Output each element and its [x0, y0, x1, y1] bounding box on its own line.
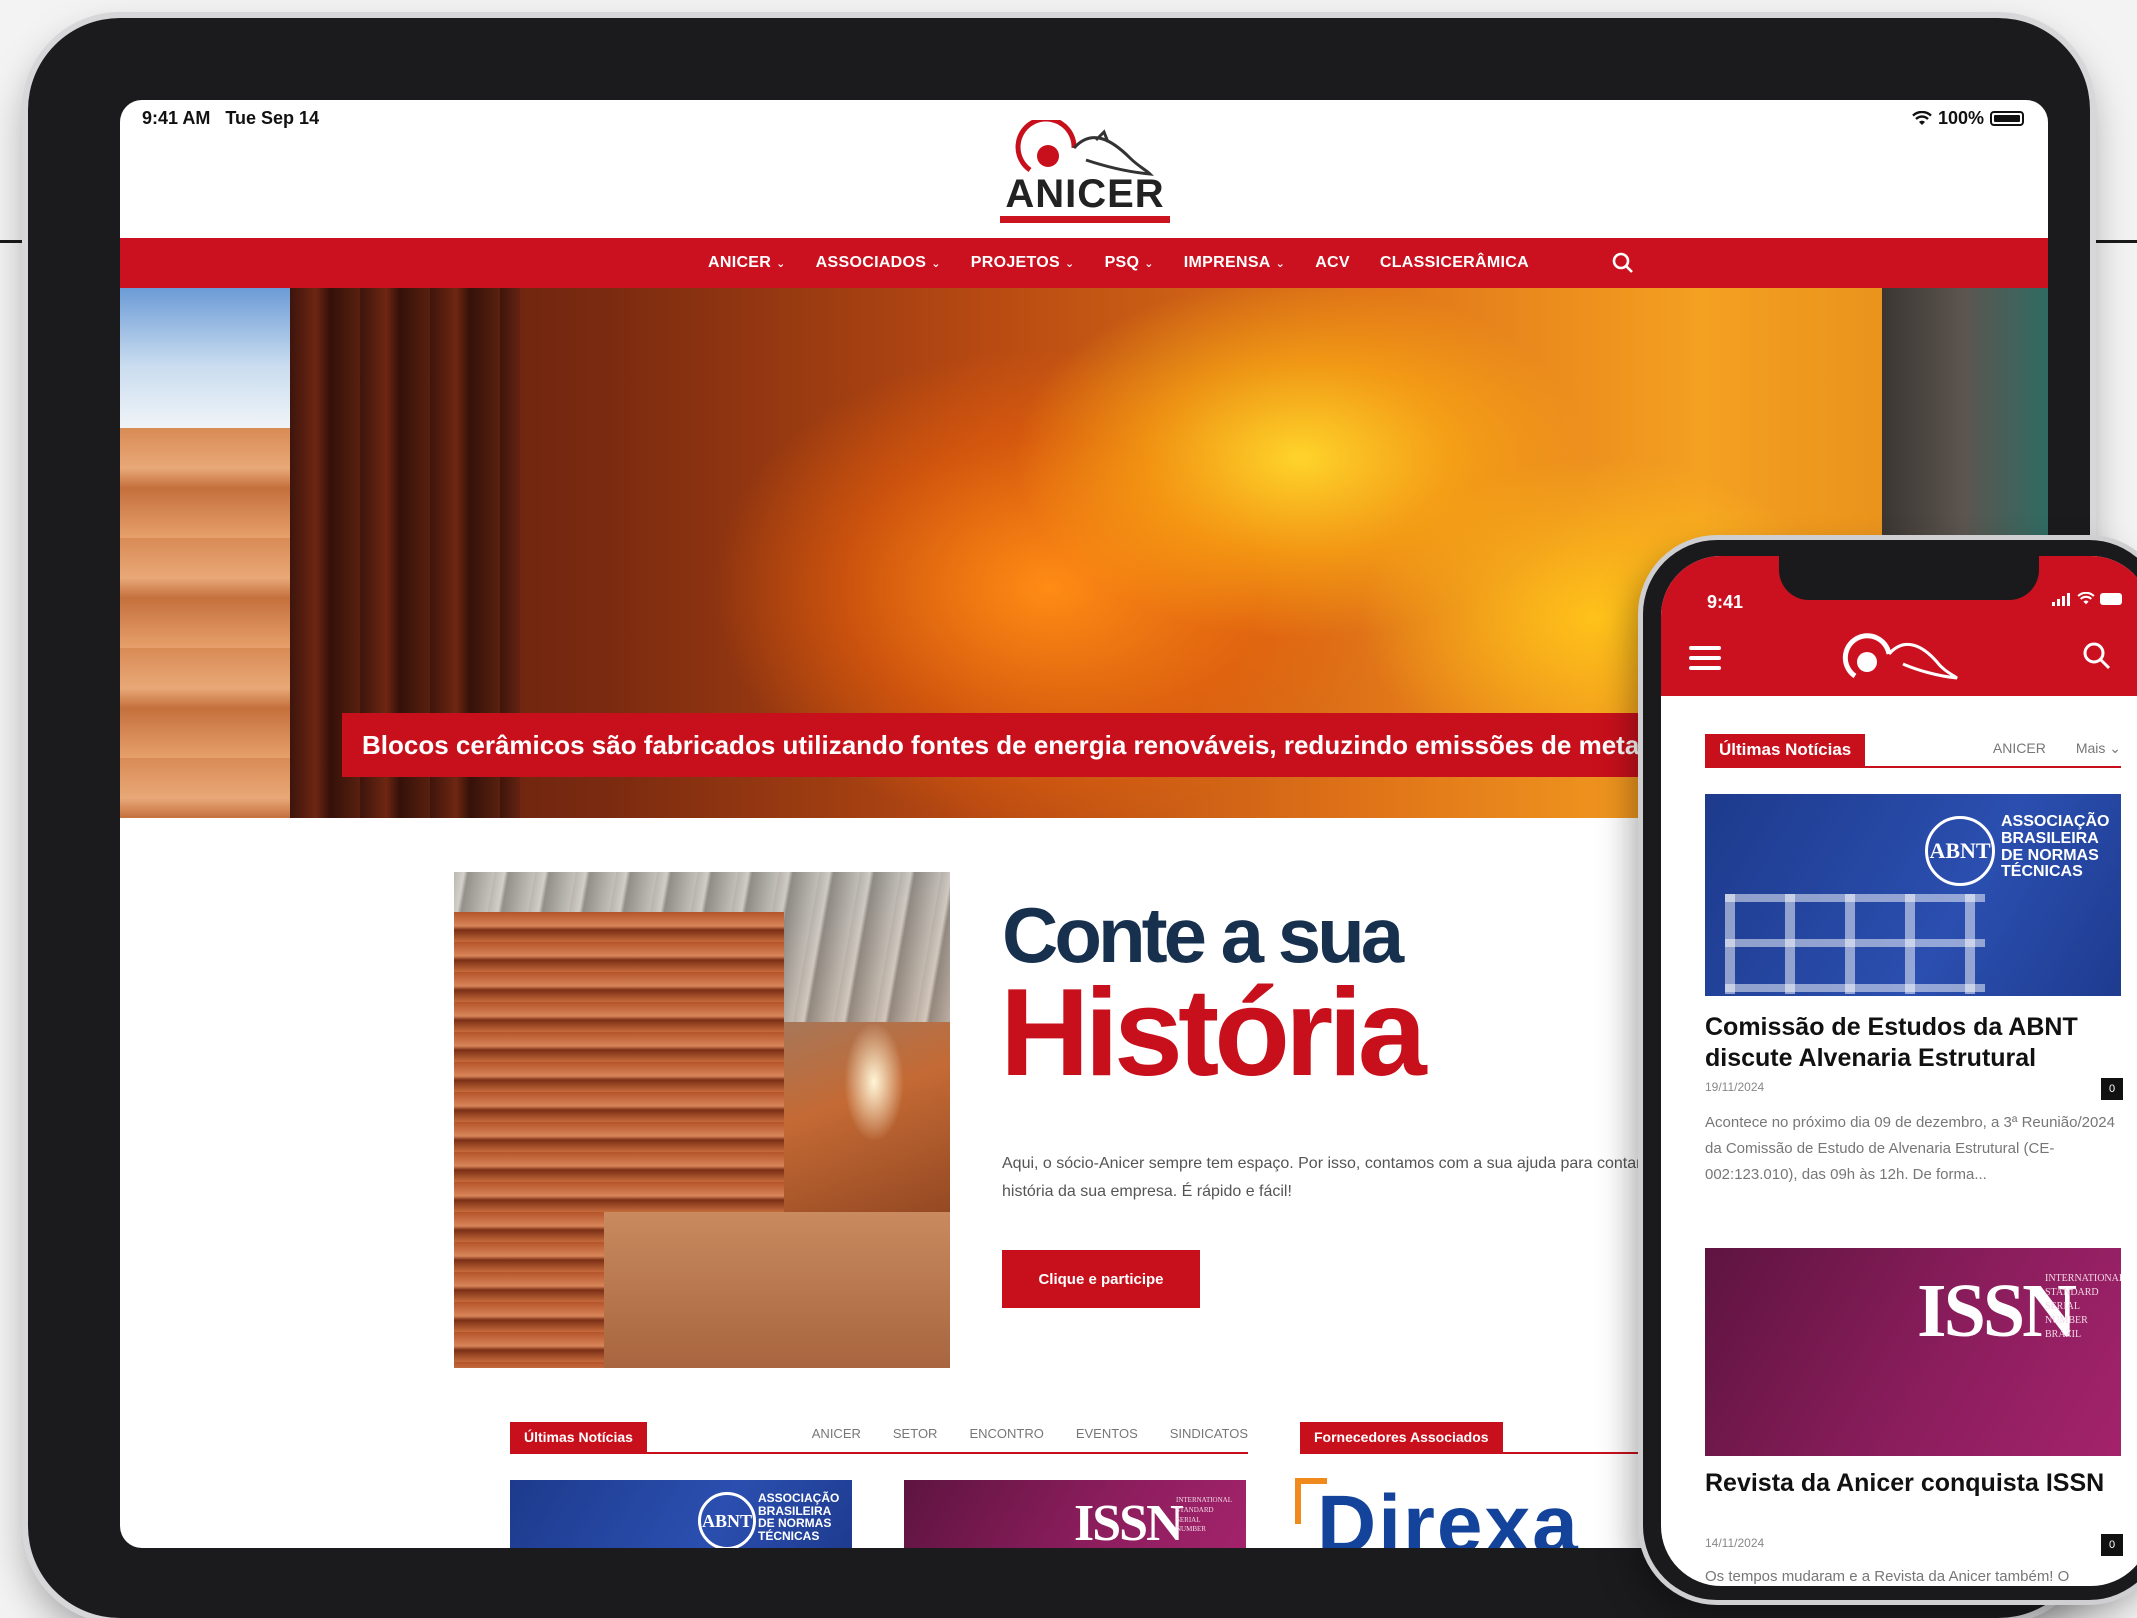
nav-item-associados[interactable]: ASSOCIADOS ⌄: [816, 254, 941, 272]
warehouse-floor: [604, 1212, 950, 1368]
tab-setor[interactable]: SETOR: [893, 1426, 938, 1441]
phone-article-title[interactable]: Comissão de Estudos da ABNT discute Alve…: [1705, 1012, 2125, 1074]
tab-sindicatos[interactable]: SINDICATOS: [1170, 1426, 1248, 1441]
phone-article-image-abnt[interactable]: ABNT ASSOCIAÇÃO BRASILEIRA DE NORMAS TÉC…: [1705, 794, 2121, 996]
tab-eventos[interactable]: EVENTOS: [1076, 1426, 1138, 1441]
phone-news-tabs: ANICER Mais ⌄: [1993, 740, 2121, 757]
nav-items: ANICER ⌄ ASSOCIADOS ⌄ PROJETOS ⌄ PSQ ⌄ IMPRE…: [708, 238, 1529, 288]
warehouse-light: [844, 1022, 904, 1142]
phone-notch: [1779, 556, 2039, 600]
wifi-icon: [2076, 591, 2095, 605]
hero-sky-image: [120, 288, 290, 428]
phone-header: 9:41: [1661, 556, 2137, 696]
anicer-bird-logo-icon[interactable]: [1833, 628, 1963, 688]
participate-button[interactable]: Clique e participe: [1002, 1250, 1200, 1308]
latest-news-tabs: ANICER SETOR ENCONTRO EVENTOS SINDICATOS: [812, 1426, 1248, 1441]
anicer-logo[interactable]: ANICER: [1000, 120, 1170, 225]
nav-item-anicer[interactable]: ANICER ⌄: [708, 254, 786, 272]
news-card-issn[interactable]: ISSN INTERNATIONAL STANDARD SERIAL NUMBE…: [904, 1480, 1246, 1548]
status-right: 100%: [1912, 108, 2024, 129]
search-icon[interactable]: [1610, 250, 1636, 276]
abnt-logo-icon: ABNT: [698, 1492, 756, 1548]
decorative-line-right: [2086, 240, 2137, 243]
chevron-down-icon: ⌄: [2109, 740, 2121, 756]
nav-item-acv[interactable]: ACV: [1315, 254, 1350, 272]
anicer-bird-logo-icon: [1015, 120, 1154, 176]
battery-percent: 100%: [1937, 108, 1984, 128]
abnt-words: ASSOCIAÇÃO BRASILEIRA DE NORMAS TÉCNICAS: [2001, 813, 2110, 881]
suppliers-header: Fornecedores Associados: [1300, 1422, 1642, 1454]
chevron-down-icon: ⌄: [1065, 257, 1075, 270]
battery-icon: [2100, 593, 2122, 605]
abnt-brick-graphic: [1725, 894, 1985, 994]
comment-count-badge[interactable]: 0: [2101, 1078, 2123, 1100]
nav-item-classiceramica[interactable]: CLASSICERÂMICA: [1380, 254, 1529, 272]
chevron-down-icon: ⌄: [931, 257, 941, 270]
supplier-logo-direxa[interactable]: Direxa: [1295, 1470, 1615, 1548]
latest-news-header: Últimas Notícias ANICER SETOR ENCONTRO E…: [510, 1422, 1248, 1454]
suppliers-tag[interactable]: Fornecedores Associados: [1300, 1422, 1503, 1452]
phone-article-date: 14/11/2024: [1705, 1536, 1765, 1550]
issn-word: ISSN: [1074, 1495, 1184, 1548]
abnt-logo-icon: ABNT: [1925, 816, 1995, 886]
abnt-words: ASSOCIAÇÃO BRASILEIRA DE NORMAS TÉCNICAS: [758, 1491, 840, 1543]
story-title-line2: História: [1000, 964, 1427, 1102]
news-card-abnt[interactable]: ABNT ASSOCIAÇÃO BRASILEIRA DE NORMAS TÉC…: [510, 1480, 852, 1548]
phone-article-date: 19/11/2024: [1705, 1080, 1765, 1094]
phone-status-icons: [2052, 591, 2125, 611]
nav-item-psq[interactable]: PSQ ⌄: [1105, 254, 1154, 272]
nav-item-imprensa[interactable]: IMPRENSA ⌄: [1184, 254, 1285, 272]
latest-news-tag[interactable]: Últimas Notícias: [510, 1422, 647, 1452]
chevron-down-icon: ⌄: [776, 257, 786, 270]
phone-article-title[interactable]: Revista da Anicer conquista ISSN: [1705, 1468, 2125, 1499]
direxa-text: Direxa: [1317, 1479, 1580, 1548]
chevron-down-icon: ⌄: [1275, 257, 1286, 270]
story-warehouse-image: [454, 872, 950, 1368]
status-time: 9:41 AM Tue Sep 14: [142, 108, 320, 128]
phone-device: 9:41 Últimas Notícias ANICER Mais ⌄ ABNT…: [1643, 540, 2137, 1600]
signal-icon: [2052, 593, 2071, 606]
phone-latest-news-header: Últimas Notícias ANICER Mais ⌄: [1705, 734, 2121, 768]
tab-anicer[interactable]: ANICER: [812, 1426, 861, 1441]
phone-tab-more[interactable]: Mais ⌄: [2076, 740, 2121, 757]
phone-latest-news-tag[interactable]: Últimas Notícias: [1705, 734, 1866, 766]
phone-article-image-issn[interactable]: ISSN INTERNATIONAL STANDARD SERIAL NUMBE…: [1705, 1248, 2121, 1456]
hamburger-menu-icon[interactable]: [1689, 646, 1721, 670]
battery-icon: [1990, 111, 2024, 126]
issn-words: INTERNATIONAL STANDARD SERIAL NUMBER: [1176, 1496, 1232, 1534]
search-icon[interactable]: [2081, 640, 2113, 672]
logo-underline: [1000, 216, 1170, 223]
wifi-icon: [1912, 110, 1932, 125]
chevron-down-icon: ⌄: [1144, 257, 1154, 270]
main-nav: ANICER ⌄ ASSOCIADOS ⌄ PROJETOS ⌄ PSQ ⌄ IMPRE…: [120, 238, 2048, 288]
phone-tab-anicer[interactable]: ANICER: [1993, 740, 2046, 757]
decorative-line-left: [0, 240, 30, 243]
logo-text: ANICER: [1005, 172, 1165, 216]
tab-encontro[interactable]: ENCONTRO: [969, 1426, 1043, 1441]
hero-roof-tiles-image: [120, 428, 290, 818]
issn-words: INTERNATIONAL STANDARD SERIAL NUMBER BRA…: [2045, 1273, 2121, 1340]
phone-screen: 9:41 Últimas Notícias ANICER Mais ⌄ ABNT…: [1661, 556, 2137, 1586]
phone-article-excerpt: Os tempos mudaram e a Revista da Anicer …: [1705, 1568, 2070, 1585]
comment-count-badge[interactable]: 0: [2101, 1534, 2123, 1556]
phone-status-time: 9:41: [1707, 592, 1744, 612]
story-text: Aqui, o sócio-Anicer sempre tem espaço. …: [1002, 1155, 1655, 1200]
nav-item-projetos[interactable]: PROJETOS ⌄: [971, 254, 1075, 272]
phone-article-excerpt: Acontece no próximo dia 09 de dezembro, …: [1705, 1114, 2115, 1183]
